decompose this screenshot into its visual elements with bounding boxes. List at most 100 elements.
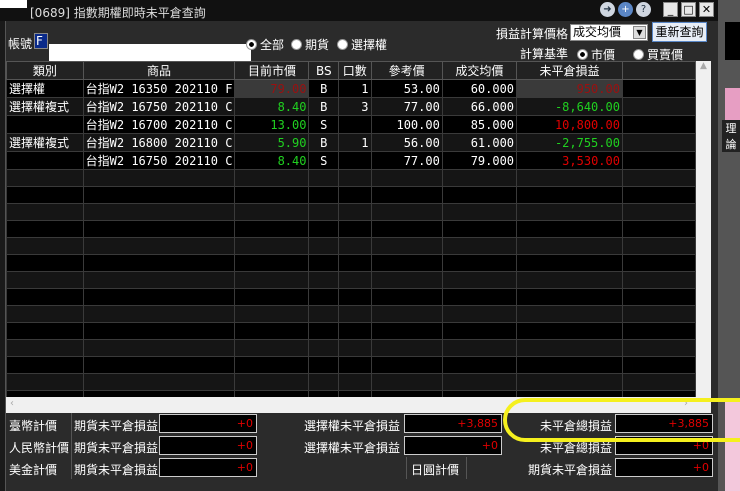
table-row[interactable] bbox=[6, 169, 696, 187]
usd-label: 美金計價 bbox=[9, 463, 58, 477]
cell-type bbox=[6, 186, 84, 204]
cell-qty bbox=[338, 186, 372, 204]
cell-product bbox=[82, 237, 236, 255]
cell-ref bbox=[370, 271, 443, 289]
vertical-scrollbar[interactable]: ▲ bbox=[696, 61, 711, 397]
table-row[interactable]: 選擇權 台指W2 16350 202110 F 79.00 B 1 53.00 60.000… bbox=[6, 79, 696, 98]
cell-product bbox=[82, 271, 236, 289]
cell-ref bbox=[370, 356, 443, 374]
twd-label: 臺幣計價 bbox=[9, 419, 58, 433]
cell-pnl bbox=[516, 305, 623, 323]
table-row[interactable]: 選擇權複式 台指W2 16800 202110 C 5.90 B 1 56.00 61.00… bbox=[6, 133, 696, 152]
help-icon[interactable]: ? bbox=[636, 2, 651, 17]
cell-avg bbox=[441, 254, 518, 272]
cell-qty bbox=[338, 115, 372, 134]
cell-empty bbox=[621, 79, 696, 98]
cell-market: 79.00 bbox=[234, 79, 310, 98]
table-row[interactable] bbox=[6, 237, 696, 255]
cny-label: 人民幣計價 bbox=[9, 441, 70, 455]
table-row[interactable] bbox=[6, 288, 696, 306]
export-icon[interactable]: ➜ bbox=[600, 2, 615, 17]
radio-icon bbox=[246, 39, 257, 50]
table-row[interactable]: 台指W2 16750 202110 C 8.40 S 77.00 79.000 3,530… bbox=[6, 151, 696, 170]
table-row[interactable]: 選擇權複式 台指W2 16750 202110 C 8.40 B 3 77.00 66.00… bbox=[6, 97, 696, 116]
table-row[interactable] bbox=[6, 186, 696, 204]
add-window-icon[interactable]: + bbox=[618, 2, 633, 17]
table-row[interactable] bbox=[6, 322, 696, 340]
table-row[interactable] bbox=[6, 356, 696, 374]
cell-market bbox=[234, 322, 310, 340]
table-row[interactable] bbox=[6, 339, 696, 357]
table-row[interactable] bbox=[6, 271, 696, 289]
cell-market bbox=[234, 356, 310, 374]
label: 選擇權 bbox=[351, 38, 388, 52]
cell-empty bbox=[621, 339, 696, 357]
filter-all[interactable]: 全部 bbox=[246, 36, 284, 53]
close-button[interactable]: ✕ bbox=[699, 2, 714, 17]
column-header[interactable]: 成交均價 bbox=[441, 61, 518, 80]
cell-product: 台指W2 16350 202110 F bbox=[82, 79, 236, 98]
column-header[interactable]: 類別 bbox=[6, 61, 84, 80]
cell-pnl: -2,755.00 bbox=[516, 133, 623, 152]
minimize-button[interactable]: _ bbox=[663, 2, 678, 17]
cell-product: 台指W2 16750 202110 C bbox=[82, 151, 236, 170]
positions-grid: 類別 商品 目前市價 BS 口數 參考價 成交均價 未平倉損益 選擇權 台指W2 16350 2… bbox=[6, 61, 696, 397]
column-header[interactable]: 商品 bbox=[82, 61, 236, 80]
filter-options[interactable]: 選擇權 bbox=[337, 36, 387, 53]
select-value: 成交均價 bbox=[573, 25, 622, 39]
radio-icon bbox=[577, 49, 588, 60]
chevron-left-icon[interactable]: ‹ bbox=[10, 398, 14, 409]
cell-market bbox=[234, 237, 310, 255]
cell-empty bbox=[621, 151, 696, 170]
table-row[interactable] bbox=[6, 305, 696, 323]
cell-product bbox=[82, 373, 236, 391]
cell-empty bbox=[621, 97, 696, 116]
chevron-up-icon[interactable]: ▲ bbox=[700, 61, 707, 71]
cell-qty bbox=[338, 220, 372, 238]
column-header[interactable]: BS bbox=[308, 61, 340, 80]
requery-button[interactable]: 重新查詢 bbox=[652, 22, 707, 42]
cell-ref: 53.00 bbox=[370, 79, 443, 98]
cell-avg bbox=[441, 271, 518, 289]
cell-avg bbox=[441, 356, 518, 374]
cell-avg bbox=[441, 169, 518, 187]
cell-type bbox=[6, 288, 84, 306]
cell-type bbox=[6, 322, 84, 340]
cell-pnl bbox=[516, 220, 623, 238]
column-header[interactable]: 目前市價 bbox=[234, 61, 310, 80]
table-row[interactable] bbox=[6, 254, 696, 272]
column-header[interactable]: 參考價 bbox=[370, 61, 443, 80]
cell-empty bbox=[621, 305, 696, 323]
cell-qty bbox=[338, 373, 372, 391]
cell-type bbox=[6, 237, 84, 255]
cell-pnl bbox=[516, 169, 623, 187]
cell-pnl bbox=[516, 288, 623, 306]
radio-icon bbox=[633, 49, 644, 60]
twd-fut-label: 期貨未平倉損益 bbox=[74, 419, 159, 433]
table-row[interactable] bbox=[6, 373, 696, 391]
cell-ref: 77.00 bbox=[370, 97, 443, 116]
column-header[interactable]: 未平倉損益 bbox=[516, 61, 623, 80]
cell-ref: 77.00 bbox=[370, 151, 443, 170]
twd-fut-value: +0 bbox=[159, 414, 257, 433]
cell-bs bbox=[308, 288, 340, 306]
column-header[interactable]: 口數 bbox=[338, 61, 372, 80]
table-row[interactable] bbox=[6, 203, 696, 221]
cell-market: 13.00 bbox=[234, 115, 310, 134]
table-row[interactable] bbox=[6, 220, 696, 238]
cell-pnl: 950.00 bbox=[516, 79, 623, 98]
table-row[interactable]: 台指W2 16700 202110 C 13.00 S 100.00 85.000 10,… bbox=[6, 115, 696, 134]
cell-qty bbox=[338, 322, 372, 340]
cell-type: 選擇權複式 bbox=[6, 97, 84, 116]
column-header[interactable] bbox=[621, 61, 696, 80]
cell-qty bbox=[338, 254, 372, 272]
account-field[interactable]: F bbox=[34, 33, 48, 49]
price-basis-select[interactable]: 成交均價 ▼ bbox=[570, 24, 648, 41]
calc-basis-label: 計算基準 bbox=[520, 47, 569, 61]
cell-pnl bbox=[516, 356, 623, 374]
cell-qty: 1 bbox=[338, 133, 372, 152]
filter-futures[interactable]: 期貨 bbox=[291, 36, 329, 53]
account-label: 帳號 bbox=[8, 37, 33, 51]
maximize-button[interactable]: □ bbox=[681, 2, 696, 17]
cell-market: 8.40 bbox=[234, 151, 310, 170]
